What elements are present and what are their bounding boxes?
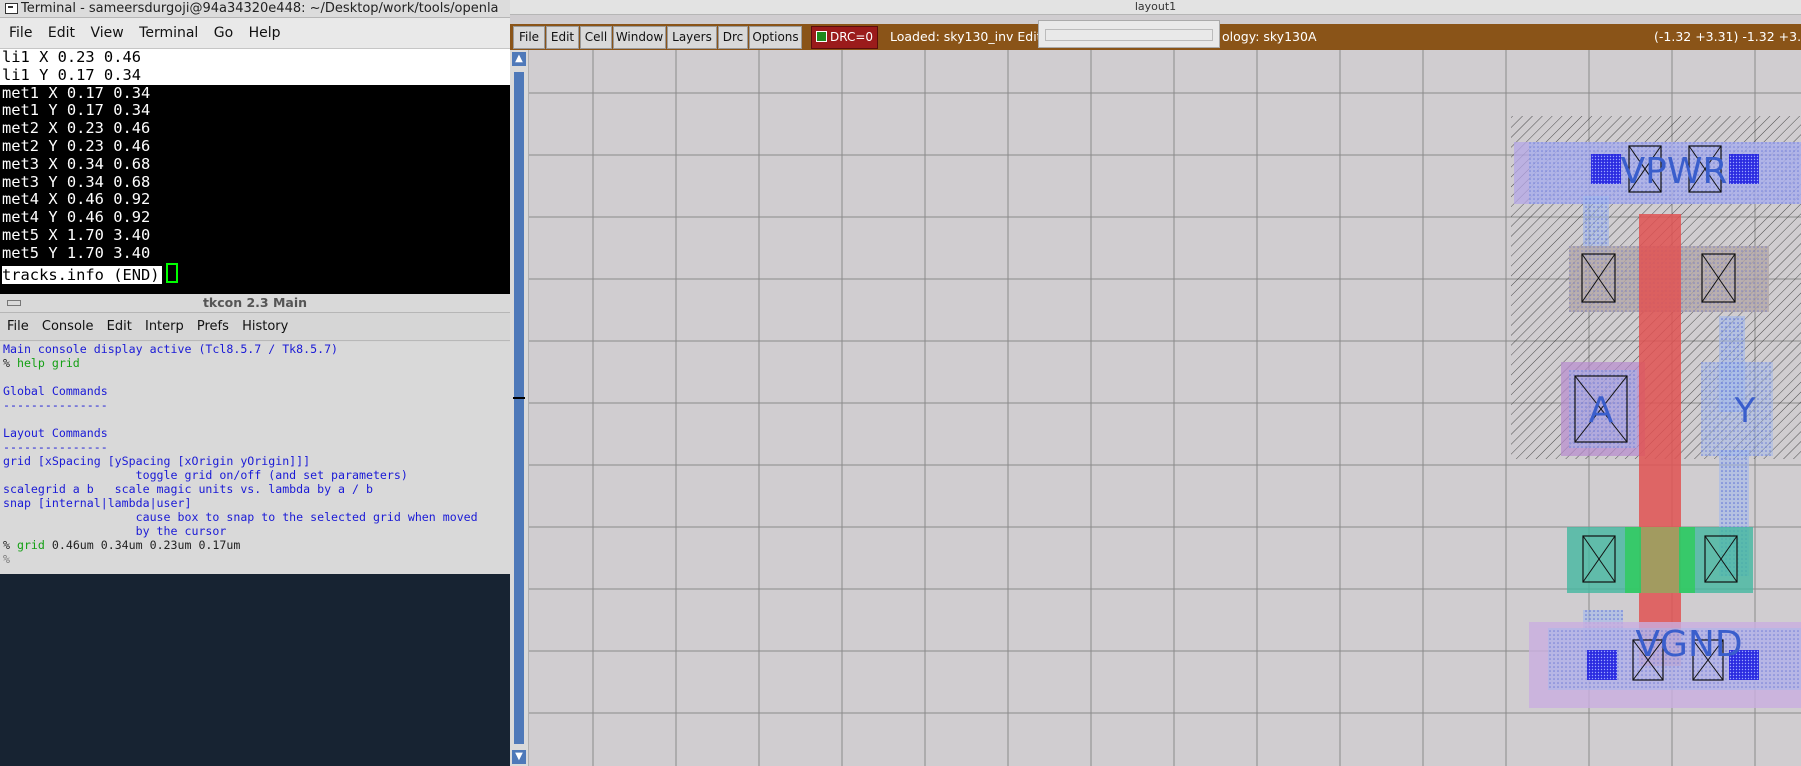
- console-line: Main console display active (Tcl8.5.7 / …: [3, 342, 339, 356]
- terminal-title: Terminal - sameersdurgoji@94a34320e448: …: [21, 1, 499, 16]
- text-cursor: [165, 262, 178, 283]
- terminal-line: met1 X 0.17 0.34: [2, 83, 151, 102]
- layout-window: layout1 File Edit Cell Window Layers Drc…: [510, 0, 1801, 766]
- terminal-line: met5 Y 1.70 3.40: [2, 243, 151, 262]
- menu-interp[interactable]: Interp: [145, 319, 184, 334]
- tkcon-titlebar[interactable]: tkcon 2.3 Main: [0, 294, 510, 313]
- nmos-channel: [1641, 527, 1679, 593]
- vgnd-label: VGND: [1635, 624, 1742, 665]
- tkcon-window: tkcon 2.3 Main File Console Edit Interp …: [0, 294, 510, 574]
- cursor-coordinates: (-1.32 +3.31) -1.32 +3.3: [1654, 29, 1801, 44]
- menu-view[interactable]: View: [90, 25, 123, 41]
- console-line: Layout Commands: [3, 426, 108, 440]
- console-prompt: %: [3, 538, 10, 552]
- input-a-label: A: [1589, 390, 1614, 431]
- toolbar-edit-button[interactable]: Edit: [546, 26, 579, 49]
- vpwr-label: VPWR: [1621, 151, 1728, 192]
- menu-edit[interactable]: Edit: [107, 319, 132, 334]
- console-line: % grid 0.46um 0.34um 0.23um 0.17um: [3, 538, 510, 552]
- console-line: ---------------: [3, 440, 108, 454]
- terminal-window: Terminal - sameersdurgoji@94a34320e448: …: [0, 0, 510, 294]
- tkcon-console[interactable]: Main console display active (Tcl8.5.7 / …: [0, 342, 510, 574]
- toolbar-layers-button[interactable]: Layers: [667, 26, 717, 49]
- console-line: scalegrid a b scale magic units vs. lamb…: [3, 482, 373, 496]
- drc-status-button[interactable]: DRC=0: [811, 26, 879, 49]
- menu-file[interactable]: File: [9, 25, 32, 41]
- nmos-implant: [1625, 527, 1641, 593]
- terminal-titlebar[interactable]: Terminal - sameersdurgoji@94a34320e448: …: [0, 0, 510, 18]
- scroll-track[interactable]: [514, 72, 524, 744]
- console-line: toggle grid on/off (and set parameters): [3, 468, 408, 482]
- toolbar-drc-button[interactable]: Drc: [718, 26, 748, 49]
- scroll-up-icon[interactable]: ▲: [512, 52, 526, 66]
- console-line: snap [internal|lambda|user]: [3, 496, 192, 510]
- vpwr-contact[interactable]: [1591, 154, 1621, 184]
- menu-history[interactable]: History: [242, 319, 288, 334]
- console-line: ---------------: [3, 398, 108, 412]
- toolbar-window-button[interactable]: Window: [613, 26, 666, 49]
- terminal-prompt-line: tracks.info (END): [0, 262, 510, 284]
- popup-window[interactable]: [1038, 20, 1220, 48]
- check-icon: [816, 31, 827, 42]
- vertical-scrollbar[interactable]: ▲ ▼: [510, 50, 529, 766]
- menu-go[interactable]: Go: [214, 25, 233, 41]
- terminal-icon: [5, 3, 18, 14]
- drc-count: DRC=0: [830, 30, 874, 44]
- console-line: by the cursor: [3, 524, 227, 538]
- vpwr-contact[interactable]: [1729, 154, 1759, 184]
- toolbar-file-button[interactable]: File: [513, 26, 545, 49]
- toolbar-cell-button[interactable]: Cell: [580, 26, 612, 49]
- terminal-line: met4 Y 0.46 0.92: [2, 208, 151, 227]
- scroll-thumb[interactable]: [513, 397, 525, 399]
- console-line: grid [xSpacing [ySpacing [xOrigin yOrigi…: [3, 454, 311, 468]
- terminal-line: met2 Y 0.23 0.46: [2, 136, 151, 155]
- terminal-menubar: File Edit View Terminal Go Help: [0, 18, 510, 49]
- output-y-label: Y: [1734, 391, 1756, 431]
- toolbar-options-button[interactable]: Options: [749, 26, 802, 49]
- status-loaded: Loaded: sky130_inv Editin: [890, 29, 1053, 44]
- console-line: cause box to snap to the selected grid w…: [3, 510, 478, 524]
- layout-title: layout1: [1134, 0, 1177, 13]
- menu-terminal[interactable]: Terminal: [139, 25, 198, 41]
- poly-gate[interactable]: [1639, 214, 1681, 666]
- menu-edit[interactable]: Edit: [48, 25, 75, 41]
- tkcon-title: tkcon 2.3 Main: [202, 295, 308, 310]
- status-technology: ology: sky130A: [1222, 29, 1317, 44]
- console-prompt: %: [3, 356, 10, 370]
- console-prompt[interactable]: %: [3, 552, 510, 566]
- terminal-line: met1 Y 0.17 0.34: [2, 101, 151, 120]
- layout-titlebar[interactable]: layout1: [510, 0, 1801, 15]
- layout-canvas[interactable]: VPWR A Y VGND: [529, 50, 1801, 766]
- terminal-line: met2 X 0.23 0.46: [2, 119, 151, 138]
- terminal-output[interactable]: li1 X 0.23 0.46 li1 Y 0.17 0.34 met1 X 0…: [0, 48, 510, 284]
- pager-status: tracks.info (END): [2, 265, 162, 284]
- menu-prefs[interactable]: Prefs: [197, 319, 229, 334]
- minimize-icon[interactable]: [7, 300, 21, 306]
- scroll-down-icon[interactable]: ▼: [512, 750, 526, 764]
- nmos-implant: [1679, 527, 1695, 593]
- menu-file[interactable]: File: [7, 319, 29, 334]
- terminal-line: li1 Y 0.17 0.34: [0, 66, 510, 85]
- console-args: 0.46um 0.34um 0.23um 0.17um: [51, 538, 241, 552]
- vgnd-contact[interactable]: [1587, 650, 1617, 680]
- console-line: Global Commands: [3, 384, 108, 398]
- console-blank: [3, 370, 510, 384]
- console-command: help grid: [16, 356, 80, 370]
- terminal-line: met3 Y 0.34 0.68: [2, 172, 151, 191]
- terminal-line: met4 X 0.46 0.92: [2, 190, 151, 209]
- menu-console[interactable]: Console: [42, 319, 94, 334]
- console-command: grid: [16, 538, 45, 552]
- terminal-line: met3 X 0.34 0.68: [2, 154, 151, 173]
- terminal-line: met5 X 1.70 3.40: [2, 225, 151, 244]
- console-line: % help grid: [3, 356, 510, 370]
- terminal-line: li1 X 0.23 0.46: [0, 48, 510, 67]
- menu-help[interactable]: Help: [249, 25, 281, 41]
- console-blank: [3, 412, 510, 426]
- tkcon-menubar: File Console Edit Interp Prefs History: [0, 314, 510, 341]
